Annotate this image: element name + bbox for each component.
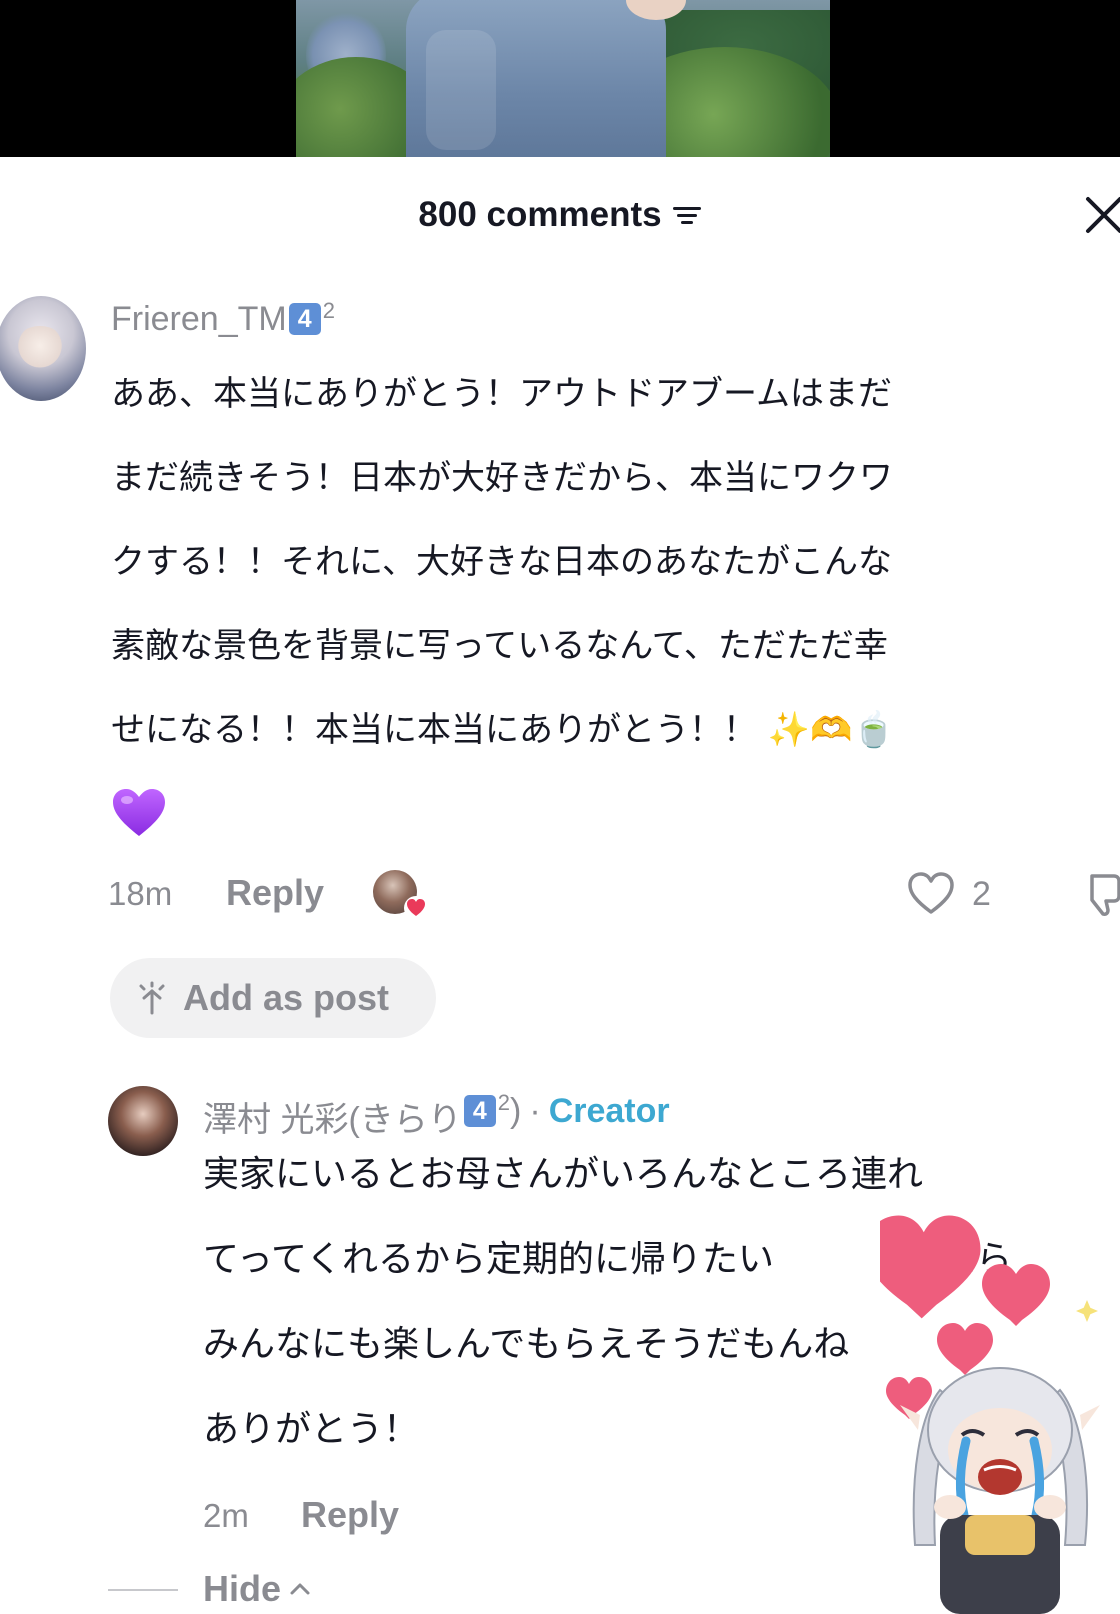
heart-badge-icon [404, 896, 428, 920]
comment-username[interactable]: Frieren_TM 4 2 [111, 298, 335, 339]
comment-line: 素敵な景色を背景に写っているなんて、ただただ幸 [111, 626, 888, 666]
reply-button[interactable]: Reply [226, 872, 324, 914]
like-heart-icon[interactable] [906, 870, 956, 916]
hide-label: Hide [203, 1568, 282, 1609]
thread-divider [108, 1589, 178, 1591]
comment-line-text: せになる！！本当に本当にありがとう！！ [111, 710, 757, 750]
purple-heart-icon [113, 789, 165, 836]
level-badge-superscript: 2 [322, 298, 335, 323]
chevron-up-icon [290, 1583, 310, 1595]
sparkles-emoji: ✨ [767, 710, 811, 750]
reply-timestamp: 2m [203, 1497, 249, 1534]
level-badge-superscript: 2 [497, 1090, 511, 1115]
like-count: 2 [972, 875, 991, 913]
level-badge: 4 [463, 1095, 496, 1127]
tea-emoji: 🍵 [852, 710, 895, 750]
character [900, 1367, 1100, 1614]
commenter-avatar[interactable] [0, 296, 86, 401]
comment-text: ああ、本当にありがとう！アウトドアブームはまだ まだ続きそう！日本が大好きだから… [111, 352, 1120, 772]
reply-username-close: ) [510, 1092, 522, 1130]
add-as-post-label: Add as post [183, 977, 390, 1018]
comment-line: クする！！それに、大好きな日本のあなたがこんな [111, 542, 892, 582]
comment-line: ああ、本当にありがとう！アウトドアブームはまだ [111, 374, 892, 414]
comments-count-title[interactable]: 800 comments [0, 195, 1120, 235]
creator-tag: Creator [548, 1092, 670, 1130]
reply-line: 実家にいるとお母さんがいろんなところ連れ [203, 1154, 924, 1195]
crying-character-sticker [880, 1215, 1100, 1614]
level-badge: 4 [288, 303, 321, 335]
filter-icon[interactable] [672, 204, 702, 226]
hide-replies-button[interactable]: Hide [203, 1568, 311, 1610]
comment-line: まだ続きそう！日本が大好きだから、本当にワクワ [111, 458, 893, 498]
reply-button[interactable]: Reply [301, 1494, 399, 1536]
comments-count-label: 800 comments [418, 195, 662, 234]
comment-username-text: Frieren_TM [111, 300, 287, 338]
video-thumbnail[interactable] [296, 0, 830, 157]
comment-timestamp: 18m [108, 875, 173, 912]
dislike-icon[interactable] [1084, 872, 1120, 918]
close-icon[interactable] [1082, 193, 1120, 237]
sparkle-icon [139, 981, 165, 1015]
add-as-post-button[interactable]: Add as post [110, 958, 436, 1038]
video-preview[interactable] [0, 0, 1120, 157]
heart-hands-emoji: 🫶 [810, 710, 853, 750]
reply-line-text: てってくれるから定期的に帰りたい [203, 1239, 774, 1280]
person-in-overalls [406, 0, 666, 157]
separator-dot: · [529, 1092, 541, 1130]
comment-line-last: せになる！！本当に本当にありがとう！！ ✨🫶🍵 [111, 688, 1120, 772]
creator-avatar[interactable] [108, 1086, 178, 1156]
